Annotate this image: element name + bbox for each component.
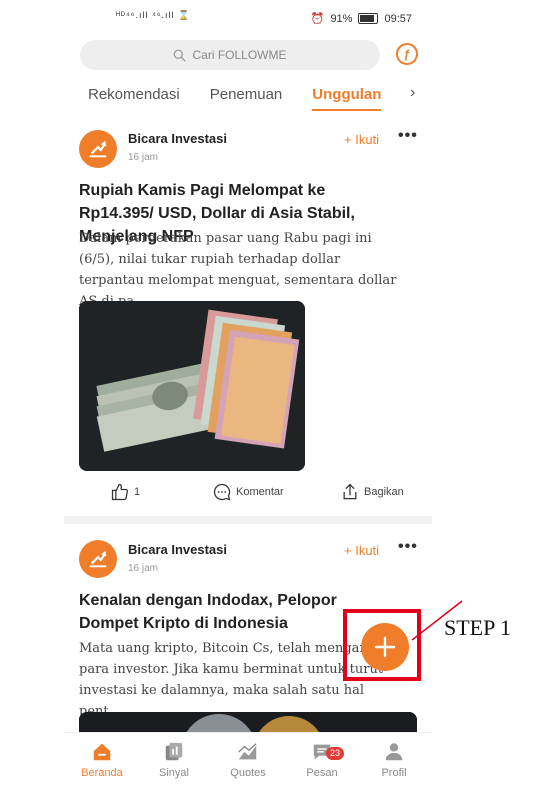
share-icon xyxy=(343,483,357,500)
status-bar: ᴴᴰ⁴⁶.ıll ⁴⁶.ıll ⌛ ⏰ 91% 09:57 xyxy=(64,10,432,30)
nav-label: Beranda xyxy=(81,767,123,779)
alarm-icon: ⏰ xyxy=(310,13,325,25)
nav-label: Pesan xyxy=(306,767,338,779)
nav-sinyal[interactable]: Sinyal xyxy=(144,741,204,779)
share-label: Bagikan xyxy=(364,486,404,498)
search-bar[interactable]: Cari FOLLOWME xyxy=(80,40,380,70)
signal-indicators: ᴴᴰ⁴⁶.ıll ⁴⁶.ıll ⌛ xyxy=(116,10,191,20)
more-options-icon[interactable]: ••• xyxy=(398,127,418,145)
growth-arrow-icon xyxy=(89,550,107,568)
step-highlight-box xyxy=(343,609,421,681)
search-icon xyxy=(174,49,187,62)
home-icon xyxy=(93,743,111,761)
post-divider xyxy=(64,516,432,524)
nav-beranda[interactable]: Beranda xyxy=(72,741,132,779)
bottom-navigation: Beranda Sinyal Quotes Pesan 23 Profil xyxy=(64,732,432,785)
more-options-icon[interactable]: ••• xyxy=(398,538,418,556)
follow-button[interactable]: + Ikuti xyxy=(344,543,379,558)
share-button[interactable]: Bagikan xyxy=(340,482,404,502)
feed-tabs: Rekomendasi Penemuan Unggulan xyxy=(88,86,411,111)
post-thumbnail[interactable] xyxy=(79,301,305,471)
followme-logo-button[interactable]: ƒ xyxy=(396,43,418,65)
follow-button[interactable]: + Ikuti xyxy=(344,132,379,147)
post-time: 16 jam xyxy=(128,563,159,574)
like-count: 1 xyxy=(134,486,141,498)
message-count-badge: 23 xyxy=(326,747,345,760)
nav-profil[interactable]: Profil xyxy=(364,741,424,779)
comment-label: Komentar xyxy=(236,486,284,498)
clock: 09:57 xyxy=(384,12,412,25)
battery-percent: 91% xyxy=(330,12,353,25)
growth-arrow-icon xyxy=(89,140,107,158)
followme-logo-icon: ƒ xyxy=(403,47,411,61)
comment-icon xyxy=(213,483,231,501)
tab-penemuan[interactable]: Penemuan xyxy=(210,86,283,103)
profile-icon xyxy=(385,743,403,761)
search-placeholder: Cari FOLLOWME xyxy=(192,48,287,62)
like-button[interactable]: 1 xyxy=(110,482,140,502)
step-label: STEP 1 xyxy=(444,615,512,640)
comment-button[interactable]: Komentar xyxy=(212,482,284,502)
post-time: 16 jam xyxy=(128,152,159,163)
thumbs-up-icon xyxy=(111,483,128,501)
signal-icon xyxy=(165,742,183,761)
tab-rekomendasi[interactable]: Rekomendasi xyxy=(88,86,180,103)
author-name[interactable]: Bicara Investasi xyxy=(128,542,227,557)
tab-unggulan[interactable]: Unggulan xyxy=(312,86,382,111)
nav-quotes[interactable]: Quotes xyxy=(218,741,278,779)
author-avatar[interactable] xyxy=(79,130,117,168)
banknotes-image xyxy=(79,301,305,471)
author-name[interactable]: Bicara Investasi xyxy=(128,131,227,146)
author-avatar[interactable] xyxy=(79,540,117,578)
nav-label: Quotes xyxy=(230,767,266,779)
battery-icon xyxy=(358,13,379,24)
chart-icon xyxy=(238,743,257,760)
post-summary[interactable]: Dalam pergerakan pasar uang Rabu pagi in… xyxy=(79,228,404,312)
tabs-more-chevron-icon[interactable]: › xyxy=(410,84,415,102)
nav-label: Sinyal xyxy=(159,767,189,779)
nav-label: Profil xyxy=(381,767,407,779)
nav-pesan[interactable]: Pesan 23 xyxy=(292,741,352,779)
